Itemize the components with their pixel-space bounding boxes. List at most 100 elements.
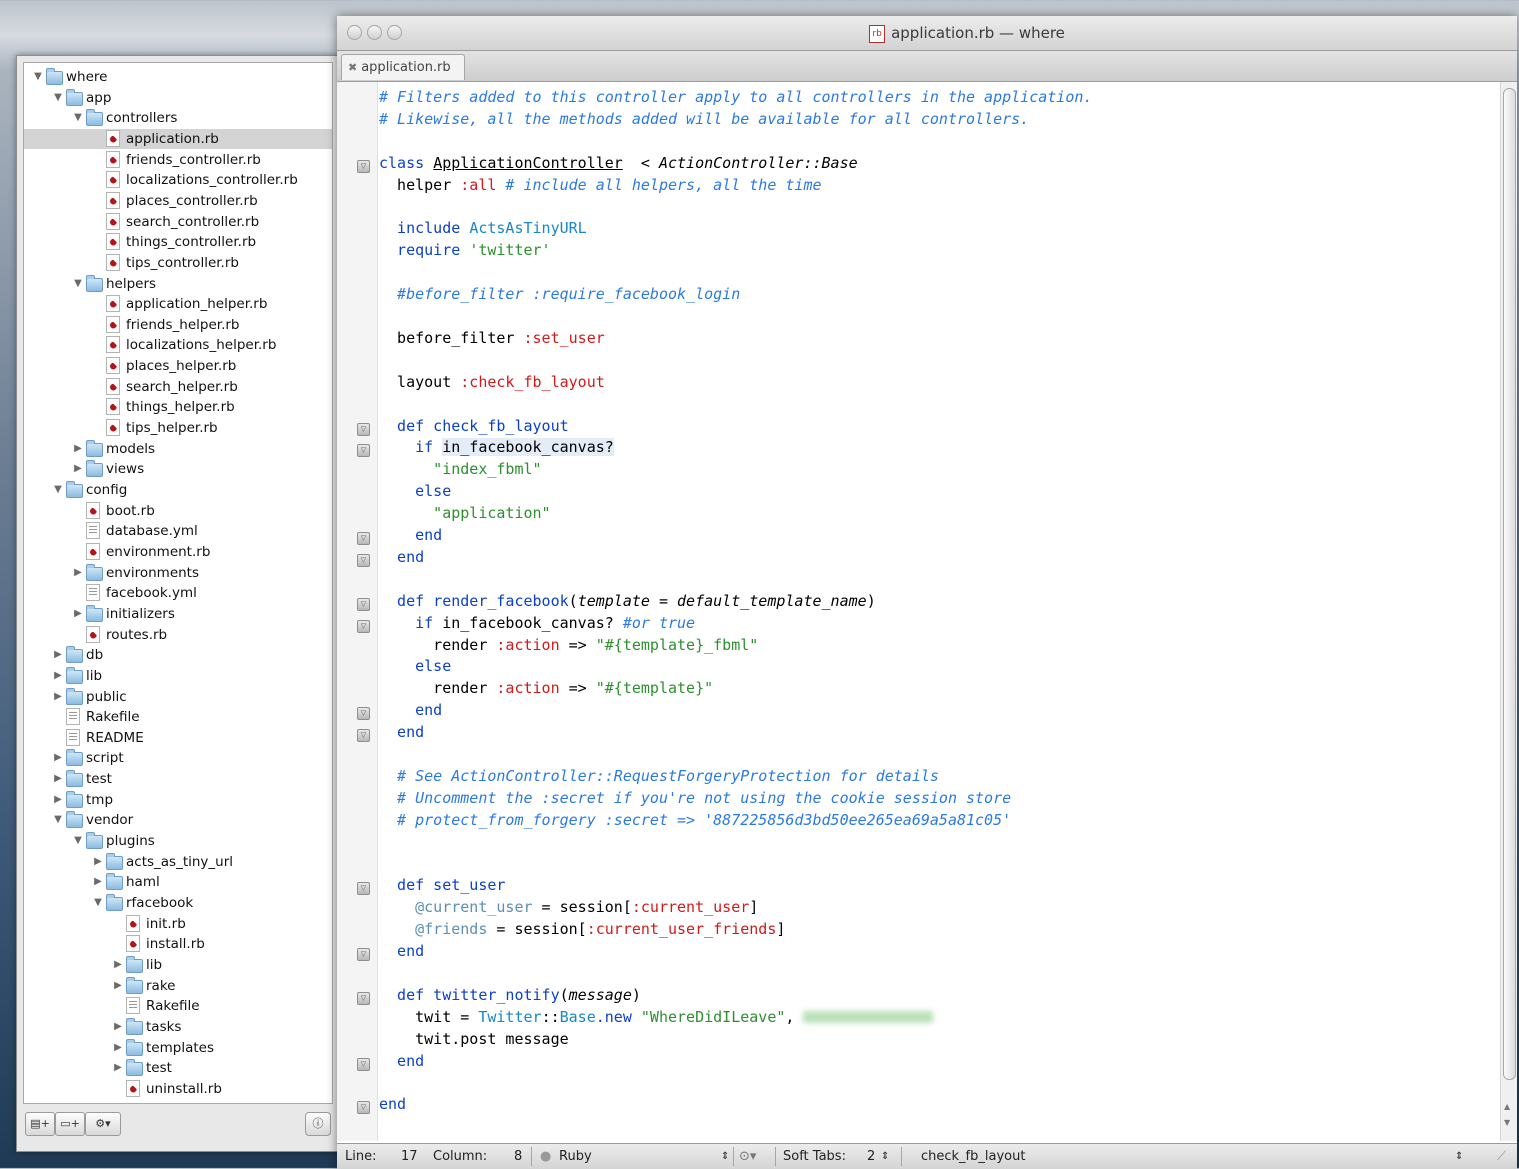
tree-item-folder[interactable]: ▶ environments: [24, 563, 332, 583]
disclosure-closed-icon[interactable]: ▶: [72, 563, 84, 583]
code-line[interactable]: def twitter_notify(message): [379, 984, 641, 1006]
zoom-window-button[interactable]: [387, 25, 402, 40]
tree-item-folder[interactable]: ▼ controllers: [24, 108, 332, 128]
bundle-gear-icon[interactable]: ⊙▾: [739, 1144, 756, 1169]
tree-item-folder[interactable]: ▶ lib: [24, 666, 332, 686]
soft-tabs-value[interactable]: 2: [867, 1144, 875, 1169]
disclosure-closed-icon[interactable]: ▶: [92, 852, 104, 872]
tree-item-rb[interactable]: tips_controller.rb: [24, 253, 332, 273]
tree-item-rb[interactable]: things_controller.rb: [24, 232, 332, 252]
fold-marker-icon[interactable]: ▽: [357, 882, 370, 896]
code-line[interactable]: if in_facebook_canvas?: [379, 436, 614, 458]
tree-item-folder[interactable]: ▼ rfacebook: [24, 893, 332, 913]
code-line[interactable]: end: [379, 1050, 424, 1072]
disclosure-closed-icon[interactable]: ▶: [52, 790, 64, 810]
tree-item-folder[interactable]: ▼ config: [24, 480, 332, 500]
tree-item-rb[interactable]: things_helper.rb: [24, 397, 332, 417]
code-line[interactable]: end: [379, 721, 424, 743]
code-line[interactable]: @current_user = session[:current_user]: [379, 896, 758, 918]
code-line[interactable]: render :action => "#{template}_fbml": [379, 634, 758, 656]
tree-item-rb[interactable]: friends_helper.rb: [24, 315, 332, 335]
code-line[interactable]: layout :check_fb_layout: [379, 371, 605, 393]
disclosure-open-icon[interactable]: ▼: [52, 810, 64, 830]
code-line[interactable]: # See ActionController::RequestForgeryPr…: [379, 765, 939, 787]
tree-item-folder[interactable]: ▶ initializers: [24, 604, 332, 624]
fold-marker-icon[interactable]: ▽: [357, 159, 370, 173]
tree-item-txt[interactable]: README: [24, 728, 332, 748]
gear-icon[interactable]: ⚙▾: [85, 1112, 121, 1136]
tree-item-txt[interactable]: Rakefile: [24, 707, 332, 727]
disclosure-closed-icon[interactable]: ▶: [112, 1038, 124, 1058]
tree-item-folder[interactable]: ▶ test: [24, 769, 332, 789]
tree-item-folder[interactable]: ▶ haml: [24, 872, 332, 892]
tree-item-folder[interactable]: ▼ helpers: [24, 274, 332, 294]
code-line[interactable]: helper :all # include all helpers, all t…: [379, 174, 821, 196]
disclosure-closed-icon[interactable]: ▶: [112, 976, 124, 996]
disclosure-closed-icon[interactable]: ▶: [72, 439, 84, 459]
tree-item-rb[interactable]: install.rb: [24, 934, 332, 954]
code-line[interactable]: end: [379, 524, 442, 546]
disclosure-closed-icon[interactable]: ▶: [52, 687, 64, 707]
code-line[interactable]: @friends = session[:current_user_friends…: [379, 918, 785, 940]
code-line[interactable]: else: [379, 480, 451, 502]
code-line[interactable]: def render_facebook(template = default_t…: [379, 590, 876, 612]
code-line[interactable]: # Uncomment the :secret if you're not us…: [379, 787, 1011, 809]
disclosure-closed-icon[interactable]: ▶: [92, 872, 104, 892]
tree-item-folder[interactable]: ▼ plugins: [24, 831, 332, 851]
tree-item-rb[interactable]: places_helper.rb: [24, 356, 332, 376]
code-line[interactable]: end: [379, 699, 442, 721]
fold-gutter[interactable]: ▽ ▽ ▽ ▽ ▽ ▽ ▽ ▽ ▽ ▽ ▽ ▽ ▽ ▽: [337, 82, 378, 1141]
code-line[interactable]: class ApplicationController < ActionCont…: [379, 152, 858, 174]
tree-item-rb[interactable]: localizations_controller.rb: [24, 170, 332, 190]
code-line[interactable]: end: [379, 940, 424, 962]
disclosure-open-icon[interactable]: ▼: [72, 108, 84, 128]
scrollbar-thumb[interactable]: [1503, 88, 1516, 1080]
tree-item-rb[interactable]: routes.rb: [24, 625, 332, 645]
close-window-button[interactable]: [347, 25, 362, 40]
disclosure-closed-icon[interactable]: ▶: [112, 1017, 124, 1037]
tree-item-txt[interactable]: database.yml: [24, 521, 332, 541]
code-line[interactable]: before_filter :set_user: [379, 327, 605, 349]
fold-marker-icon[interactable]: ▽: [357, 948, 370, 962]
tree-item-rb[interactable]: localizations_helper.rb: [24, 335, 332, 355]
tree-item-folder[interactable]: ▶ views: [24, 459, 332, 479]
fold-marker-icon[interactable]: ▽: [357, 532, 370, 545]
new-folder-icon[interactable]: ▭+: [55, 1112, 85, 1136]
code-line[interactable]: # Likewise, all the methods added will b…: [379, 108, 1029, 130]
symbol-popup[interactable]: check_fb_layout: [921, 1144, 1025, 1169]
tree-item-folder[interactable]: ▶ script: [24, 748, 332, 768]
scroll-up-arrow-icon[interactable]: ▲: [1504, 1102, 1510, 1111]
tree-item-rb[interactable]: environment.rb: [24, 542, 332, 562]
tree-item-folder[interactable]: ▶ db: [24, 645, 332, 665]
code-line[interactable]: twit = Twitter::Base.new "WhereDidILeave…: [379, 1006, 934, 1028]
disclosure-open-icon[interactable]: ▼: [52, 480, 64, 500]
code-line[interactable]: else: [379, 655, 451, 677]
tree-item-rb[interactable]: boot.rb: [24, 501, 332, 521]
disclosure-open-icon[interactable]: ▼: [72, 274, 84, 294]
file-tree[interactable]: ▼ where ▼ app ▼ controllers application.rb frie…: [23, 62, 333, 1104]
tree-item-folder[interactable]: ▶ rake: [24, 976, 332, 996]
disclosure-open-icon[interactable]: ▼: [52, 88, 64, 108]
disclosure-closed-icon[interactable]: ▶: [52, 666, 64, 686]
fold-marker-icon[interactable]: ▽: [357, 444, 370, 458]
disclosure-open-icon[interactable]: ▼: [92, 893, 104, 913]
code-line[interactable]: # Filters added to this controller apply…: [379, 86, 1092, 108]
disclosure-closed-icon[interactable]: ▶: [112, 955, 124, 975]
disclosure-closed-icon[interactable]: ▶: [72, 459, 84, 479]
tree-item-folder[interactable]: ▼ where: [24, 67, 332, 87]
fold-marker-icon[interactable]: ▽: [357, 707, 370, 721]
fold-marker-icon[interactable]: ▽: [357, 1101, 370, 1115]
disclosure-closed-icon[interactable]: ▶: [52, 645, 64, 665]
info-icon[interactable]: ⓘ: [305, 1112, 331, 1136]
disclosure-closed-icon[interactable]: ▶: [52, 748, 64, 768]
code-line[interactable]: end: [379, 546, 424, 568]
tree-item-folder[interactable]: ▶ lib: [24, 955, 332, 975]
disclosure-closed-icon[interactable]: ▶: [52, 769, 64, 789]
tree-item-folder[interactable]: ▶ test: [24, 1058, 332, 1078]
scroll-down-arrow-icon[interactable]: ▼: [1504, 1118, 1510, 1127]
tree-item-rb[interactable]: search_helper.rb: [24, 377, 332, 397]
tree-item-rb[interactable]: search_controller.rb: [24, 212, 332, 232]
fold-marker-icon[interactable]: ▽: [357, 597, 370, 611]
fold-marker-icon[interactable]: ▽: [357, 422, 370, 436]
fold-marker-icon[interactable]: ▽: [357, 1057, 370, 1071]
